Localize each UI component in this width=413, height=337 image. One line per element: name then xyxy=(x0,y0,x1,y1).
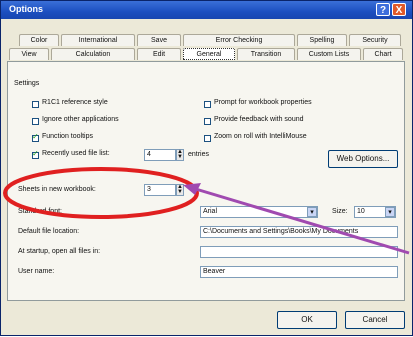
highlight-ellipse xyxy=(3,167,199,219)
annotation-overlay xyxy=(3,167,410,255)
pointer-arrow xyxy=(188,185,410,255)
options-dialog: Options ? X Color International Save Err… xyxy=(0,0,413,336)
